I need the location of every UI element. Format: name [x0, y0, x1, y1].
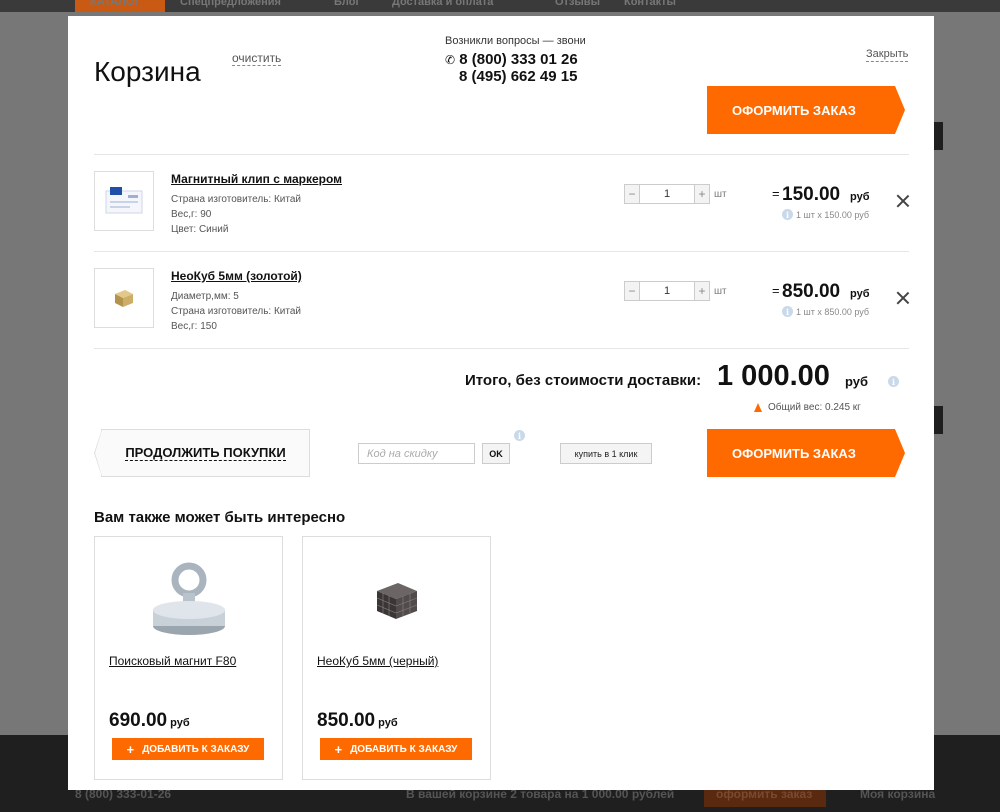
add-to-order-label: ДОБАВИТЬ К ЗАКАЗУ	[350, 743, 458, 755]
clear-cart-link[interactable]: очистить	[232, 52, 282, 66]
quantity-stepper: − 1 + шт	[624, 184, 727, 204]
price-equals: =	[772, 283, 780, 298]
product-image[interactable]	[115, 557, 263, 642]
item-unit-price: i 1 шт x 850.00 руб	[782, 306, 869, 317]
background-nav: КАТАЛОГ Спецпредложения Блог Доставка и …	[0, 0, 1000, 12]
recommended-price-value: 850.00	[317, 710, 376, 731]
gold-neocube-image	[115, 290, 133, 307]
total-weight: Общий вес: 0.245 кг	[754, 402, 861, 413]
order-button-bottom[interactable]: ОФОРМИТЬ ЗАКАЗ	[707, 429, 905, 477]
search-magnet-image	[153, 562, 225, 635]
recommended-price: 850.00 руб	[317, 710, 398, 732]
total-label: Итого, без стоимости доставки:	[465, 372, 702, 389]
background-nav-item: Блог	[334, 0, 361, 8]
quantity-unit: шт	[714, 188, 727, 200]
coupon-ok-button[interactable]: OK	[482, 443, 510, 464]
phone-primary-number: 8 (800) 333 01 26	[459, 51, 578, 68]
quantity-input[interactable]: 1	[640, 281, 694, 301]
recommended-currency: руб	[170, 717, 190, 729]
contact-question: Возникли вопросы — звони	[445, 35, 586, 47]
background-nav-item: Спецпредложения	[180, 0, 281, 8]
recommended-product-link[interactable]: НеоКуб 5мм (черный)	[317, 654, 438, 668]
background-nav-item: КАТАЛОГ	[90, 0, 141, 8]
continue-shopping-button[interactable]: ПРОДОЛЖИТЬ ПОКУПКИ	[94, 429, 310, 477]
price-equals: =	[772, 186, 780, 201]
background-nav-item: Контакты	[624, 0, 676, 8]
item-unit-price-text: 1 шт x 850.00 руб	[796, 306, 870, 317]
add-to-order-label: ДОБАВИТЬ К ЗАКАЗУ	[142, 743, 250, 755]
product-property: Страна изготовитель: Китай	[171, 306, 301, 317]
add-to-order-button[interactable]: + ДОБАВИТЬ К ЗАКАЗУ	[320, 738, 472, 760]
recommended-currency: руб	[378, 717, 398, 729]
product-property: Страна изготовитель: Китай	[171, 194, 301, 205]
continue-shopping-label: ПРОДОЛЖИТЬ ПОКУПКИ	[125, 445, 286, 461]
recommended-price-value: 690.00	[109, 710, 168, 731]
plus-icon: +	[126, 741, 135, 757]
cart-modal: Корзина очистить Возникли вопросы — звон…	[68, 16, 934, 790]
product-name-link[interactable]: Магнитный клип с маркером	[171, 172, 342, 186]
background-nav-item: Доставка и оплата	[392, 0, 494, 8]
add-to-order-button[interactable]: + ДОБАВИТЬ К ЗАКАЗУ	[112, 738, 264, 760]
item-currency: руб	[850, 191, 870, 203]
recommended-card: НеоКуб 5мм (черный) 850.00 руб + ДОБАВИТЬ…	[302, 536, 491, 780]
quantity-plus-button[interactable]: +	[694, 184, 710, 204]
background-nav-item: Отзывы	[555, 0, 600, 8]
total-weight-text: Общий вес: 0.245 кг	[768, 402, 861, 413]
cart-item: Магнитный клип с маркером Страна изготов…	[94, 171, 909, 267]
recommended-product-link[interactable]: Поисковый магнит F80	[109, 654, 236, 668]
quantity-plus-button[interactable]: +	[694, 281, 710, 301]
recommended-card: Поисковый магнит F80 690.00 руб + ДОБАВИТ…	[94, 536, 283, 780]
info-icon[interactable]: i	[782, 209, 793, 220]
quantity-unit: шт	[714, 285, 727, 297]
coupon-input[interactable]	[358, 443, 475, 464]
quantity-minus-button[interactable]: −	[624, 281, 640, 301]
marker-clip-image	[105, 187, 143, 214]
item-unit-price: i 1 шт x 150.00 руб	[782, 209, 869, 220]
info-icon[interactable]: i	[514, 430, 525, 441]
product-thumbnail[interactable]	[94, 171, 154, 231]
item-currency: руб	[850, 288, 870, 300]
remove-item-icon[interactable]	[896, 194, 910, 208]
phone-secondary: 8 (495) 662 49 15	[459, 68, 578, 85]
quantity-input[interactable]: 1	[640, 184, 694, 204]
page-title: Корзина	[94, 56, 201, 87]
item-unit-price-text: 1 шт x 150.00 руб	[796, 209, 870, 220]
phone-icon: ✆	[445, 53, 456, 67]
item-price: 150.00	[782, 184, 841, 205]
black-neocube-image	[376, 582, 418, 619]
product-property: Вес,г: 90	[171, 209, 212, 220]
plus-icon: +	[334, 741, 343, 757]
quantity-minus-button[interactable]: −	[624, 184, 640, 204]
cart-item: НеоКуб 5мм (золотой) Диаметр,мм: 5 Стран…	[94, 268, 909, 364]
product-property: Диаметр,мм: 5	[171, 291, 239, 302]
product-name-link[interactable]: НеоКуб 5мм (золотой)	[171, 269, 302, 283]
divider	[94, 154, 909, 155]
info-icon[interactable]: i	[888, 376, 899, 387]
divider	[94, 251, 909, 252]
product-property: Цвет: Синий	[171, 224, 229, 235]
recommended-title: Вам также может быть интересно	[94, 509, 346, 526]
background-block	[934, 122, 943, 150]
total-value: 1 000.00	[717, 360, 830, 392]
quantity-stepper: − 1 + шт	[624, 281, 727, 301]
product-thumbnail[interactable]	[94, 268, 154, 328]
recommended-price: 690.00 руб	[109, 710, 190, 732]
product-image[interactable]	[323, 557, 471, 642]
item-price: 850.00	[782, 281, 841, 302]
weight-icon	[754, 403, 762, 412]
divider	[94, 348, 909, 349]
close-link[interactable]: Закрыть	[866, 48, 909, 62]
phone-primary: ✆ 8 (800) 333 01 26	[445, 51, 578, 68]
background-block	[934, 406, 943, 434]
order-button-top[interactable]: ОФОРМИТЬ ЗАКАЗ	[707, 86, 905, 134]
info-icon[interactable]: i	[782, 306, 793, 317]
buy-one-click-button[interactable]: купить в 1 клик	[560, 443, 652, 464]
product-property: Вес,г: 150	[171, 321, 217, 332]
remove-item-icon[interactable]	[896, 291, 910, 305]
total-currency: руб	[845, 374, 869, 389]
